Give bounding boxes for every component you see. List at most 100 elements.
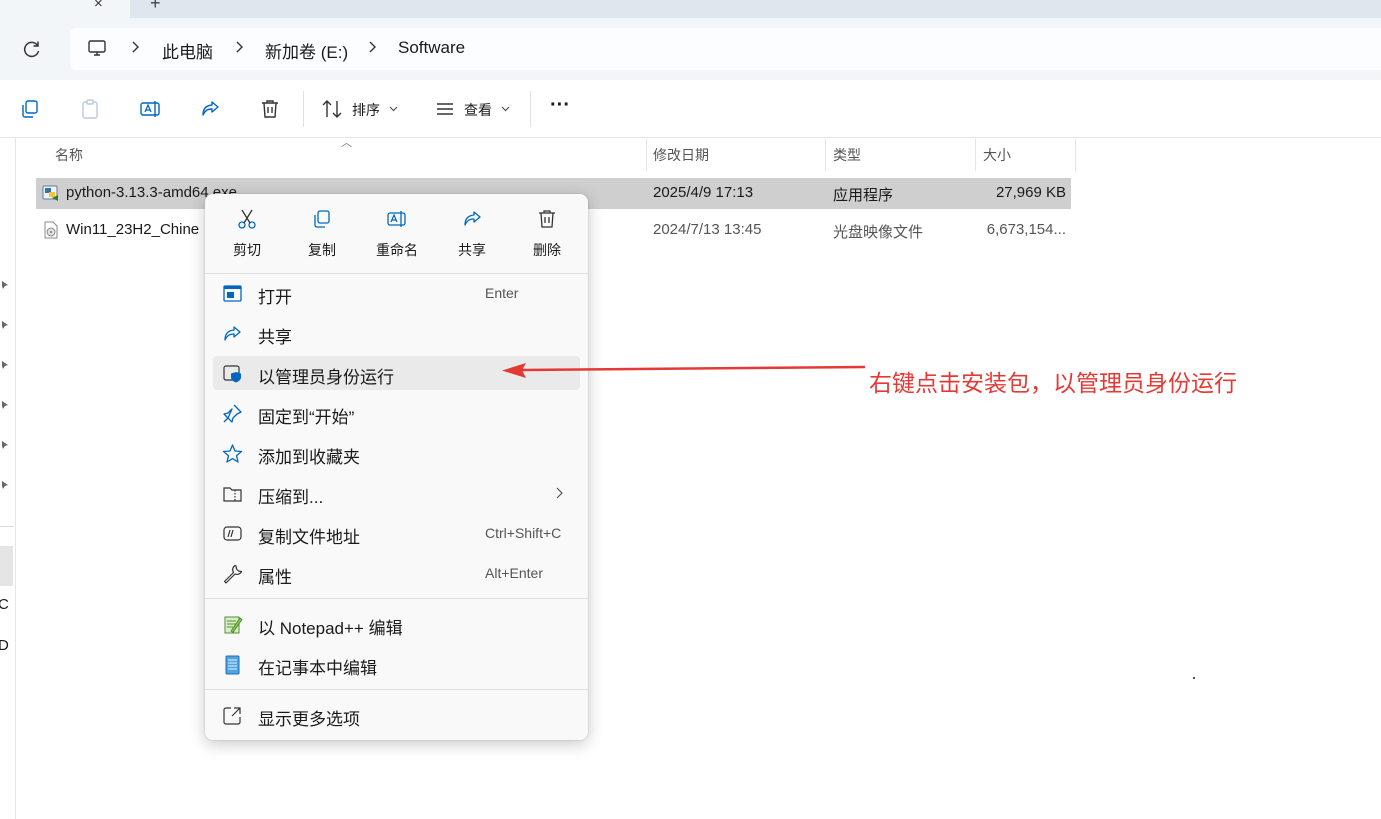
file-type: 应用程序 bbox=[833, 187, 894, 204]
column-header-type[interactable]: 类型 bbox=[833, 145, 861, 165]
menu-item-label: 打开 bbox=[258, 288, 292, 307]
menu-item-edit-notepad[interactable]: 在记事本中编辑 bbox=[213, 647, 580, 681]
chevron-right-icon bbox=[236, 41, 243, 53]
menu-item-pin-to-start[interactable]: 固定到“开始” bbox=[213, 396, 580, 430]
star-icon bbox=[222, 444, 243, 463]
cut-label: 剪切 bbox=[233, 242, 261, 258]
menu-item-compress[interactable]: 压缩到... bbox=[213, 476, 580, 510]
breadcrumb-software[interactable]: Software bbox=[398, 38, 465, 58]
paste-icon[interactable] bbox=[78, 97, 102, 121]
cut-button[interactable]: 剪切 bbox=[214, 206, 280, 262]
pin-icon[interactable] bbox=[0, 480, 9, 490]
column-header-modified[interactable]: 修改日期 bbox=[653, 145, 709, 165]
copy-button[interactable]: 复制 bbox=[289, 206, 355, 262]
address-bar[interactable]: 此电脑 新加卷 (E:) Software bbox=[70, 28, 1381, 70]
share-icon bbox=[464, 211, 481, 226]
column-header-size[interactable]: 大小 bbox=[983, 145, 1011, 165]
tab-strip: × + bbox=[0, 0, 1381, 18]
trash-icon[interactable] bbox=[258, 97, 282, 121]
copy-icon[interactable] bbox=[18, 97, 42, 121]
python-installer-icon bbox=[42, 185, 58, 201]
tab-active[interactable]: × bbox=[0, 0, 130, 18]
pin-icon[interactable] bbox=[0, 400, 9, 410]
copy-label: 复制 bbox=[308, 242, 336, 258]
delete-button[interactable]: 删除 bbox=[514, 206, 580, 262]
menu-item-edit-notepadpp[interactable]: 以 Notepad++ 编辑 bbox=[213, 607, 580, 641]
breadcrumb-this-pc[interactable]: 此电脑 bbox=[162, 38, 213, 63]
pin-icon[interactable] bbox=[0, 360, 9, 370]
shortcut-text: Alt+Enter bbox=[485, 565, 543, 581]
pin-icon[interactable] bbox=[0, 320, 9, 330]
disc-image-icon bbox=[44, 221, 58, 239]
more-options-icon bbox=[223, 707, 241, 725]
column-divider[interactable] bbox=[975, 139, 976, 171]
sort-icon[interactable] bbox=[320, 97, 344, 121]
navigation-pane: C D bbox=[0, 138, 16, 819]
zip-folder-icon bbox=[223, 487, 242, 502]
nav-divider bbox=[0, 526, 14, 527]
open-icon bbox=[223, 285, 242, 302]
toolbar-divider bbox=[530, 91, 531, 127]
nav-item-selected[interactable] bbox=[0, 546, 13, 586]
menu-item-label: 固定到“开始” bbox=[258, 408, 355, 427]
pin-icon[interactable] bbox=[0, 280, 9, 290]
menu-item-label: 显示更多选项 bbox=[258, 710, 360, 729]
sort-ascending-icon: ︿ bbox=[341, 137, 352, 149]
tab-close-icon[interactable]: × bbox=[94, 0, 103, 12]
menu-item-add-to-favorites[interactable]: 添加到收藏夹 bbox=[213, 436, 580, 470]
trash-icon bbox=[539, 210, 555, 228]
rename-icon[interactable] bbox=[138, 97, 162, 121]
share-label: 共享 bbox=[458, 242, 486, 258]
menu-item-label: 属性 bbox=[258, 568, 292, 587]
column-divider[interactable] bbox=[1075, 139, 1076, 171]
navigation-bar: 此电脑 新加卷 (E:) Software bbox=[0, 18, 1381, 80]
scissors-icon bbox=[238, 209, 256, 229]
shortcut-text: Ctrl+Shift+C bbox=[485, 525, 562, 541]
chevron-right-icon bbox=[369, 41, 376, 53]
computer-icon bbox=[88, 40, 106, 56]
nav-item-fragment[interactable]: C bbox=[0, 596, 9, 613]
file-size: 6,673,154... bbox=[986, 221, 1066, 238]
notepadpp-icon bbox=[224, 616, 243, 634]
copy-icon bbox=[314, 210, 330, 228]
menu-item-label: 在记事本中编辑 bbox=[258, 659, 377, 678]
menu-separator bbox=[205, 598, 588, 599]
column-divider[interactable] bbox=[646, 139, 647, 171]
shortcut-text: Enter bbox=[485, 285, 519, 301]
rename-label: 重命名 bbox=[376, 242, 418, 258]
share-button[interactable]: 共享 bbox=[439, 206, 505, 262]
view-icon[interactable] bbox=[433, 97, 457, 121]
delete-label: 删除 bbox=[533, 242, 561, 258]
refresh-icon[interactable] bbox=[22, 39, 42, 59]
more-options-button[interactable]: ··· bbox=[550, 94, 570, 117]
stray-dot bbox=[1193, 677, 1195, 679]
nav-item-fragment[interactable]: D bbox=[0, 637, 9, 654]
chevron-down-icon bbox=[389, 106, 398, 112]
annotation-arrow bbox=[502, 363, 866, 378]
annotation-text: 右键点击安装包，以管理员身份运行 bbox=[869, 370, 1237, 396]
sort-button[interactable]: 排序 bbox=[352, 100, 380, 120]
run-as-admin-icon bbox=[223, 365, 241, 383]
copy-path-icon bbox=[223, 526, 242, 541]
view-button[interactable]: 查看 bbox=[464, 100, 492, 120]
share-icon bbox=[224, 326, 241, 341]
menu-item-show-more-options[interactable]: 显示更多选项 bbox=[213, 698, 580, 732]
notepad-icon bbox=[225, 655, 240, 675]
new-tab-icon[interactable]: + bbox=[150, 0, 161, 14]
menu-item-label: 共享 bbox=[258, 328, 292, 347]
share-icon[interactable] bbox=[198, 97, 222, 121]
menu-item-open[interactable]: 打开 Enter bbox=[213, 276, 580, 310]
rename-button[interactable]: 重命名 bbox=[364, 206, 430, 262]
menu-item-properties[interactable]: 属性 Alt+Enter bbox=[213, 556, 580, 590]
breadcrumb-drive[interactable]: 新加卷 (E:) bbox=[265, 38, 348, 63]
menu-item-label: 添加到收藏夹 bbox=[258, 448, 360, 467]
menu-separator bbox=[205, 689, 588, 690]
pin-icon[interactable] bbox=[0, 440, 9, 450]
column-header-name[interactable]: 名称 bbox=[55, 145, 83, 165]
column-divider[interactable] bbox=[825, 139, 826, 171]
menu-item-share[interactable]: 共享 bbox=[213, 316, 580, 350]
menu-item-label: 复制文件地址 bbox=[258, 528, 360, 547]
menu-item-copy-path[interactable]: 复制文件地址 Ctrl+Shift+C bbox=[213, 516, 580, 550]
menu-separator bbox=[205, 273, 588, 274]
menu-item-label: 压缩到... bbox=[258, 488, 324, 507]
